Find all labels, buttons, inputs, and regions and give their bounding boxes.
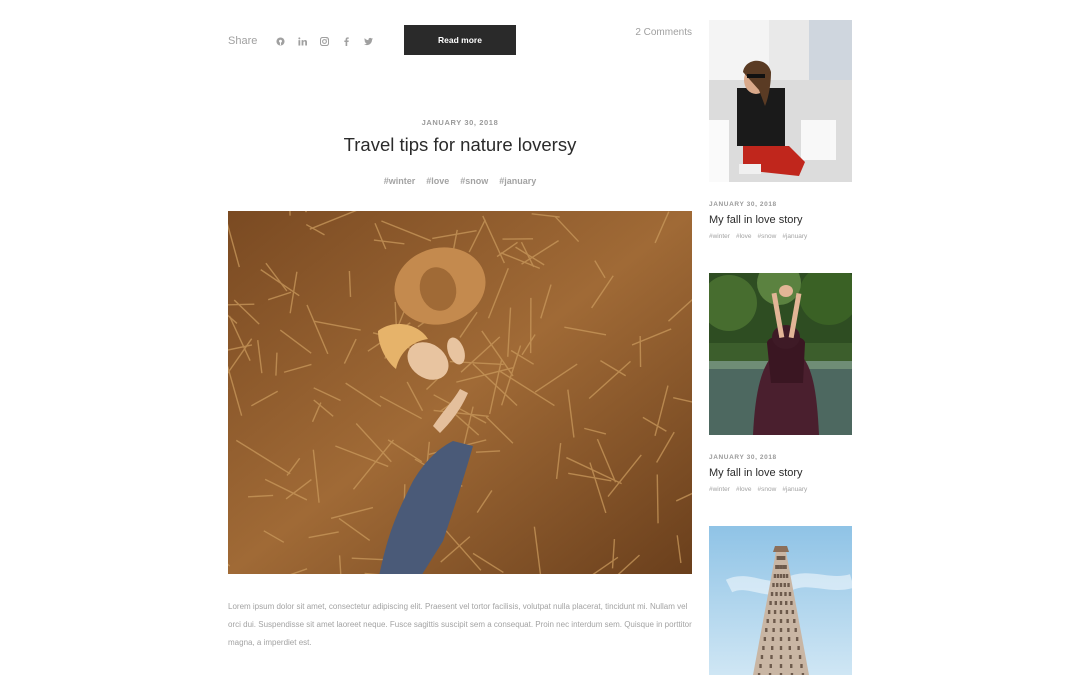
sidebar-post-tags: #winter #love #snow #january — [709, 233, 852, 240]
sidebar-post-card: JANUARY 30, 2018 My fall in love story #… — [709, 20, 852, 240]
tag-link[interactable]: #love — [736, 233, 752, 240]
tag-link[interactable]: #snow — [758, 233, 777, 240]
post-tags: #winter #love #snow #january — [228, 176, 692, 186]
tag-link[interactable]: #winter — [709, 233, 730, 240]
tag-link[interactable]: #january — [782, 486, 807, 493]
sidebar-post-image[interactable] — [709, 20, 852, 182]
share-bar: Share — [228, 33, 379, 49]
pinterest-icon[interactable] — [269, 33, 291, 49]
tag-link[interactable]: #love — [426, 176, 449, 186]
tag-link[interactable]: #snow — [758, 486, 777, 493]
tag-link[interactable]: #january — [499, 176, 536, 186]
instagram-icon[interactable] — [313, 33, 335, 49]
sidebar-post-image[interactable] — [709, 526, 852, 675]
tag-link[interactable]: #winter — [709, 486, 730, 493]
post-date: JANUARY 30, 2018 — [421, 118, 499, 127]
post-title[interactable]: Travel tips for nature loversy — [228, 134, 692, 156]
post-excerpt: Lorem ipsum dolor sit amet, consectetur … — [228, 602, 692, 647]
sidebar-post-card — [709, 526, 852, 675]
comments-link[interactable]: 2 Comments — [600, 27, 692, 38]
tag-link[interactable]: #winter — [384, 176, 416, 186]
tag-link[interactable]: #snow — [460, 176, 488, 186]
share-label: Share — [228, 35, 258, 47]
tag-link[interactable]: #january — [782, 233, 807, 240]
facebook-icon[interactable] — [335, 33, 357, 49]
sidebar-post-tags: #winter #love #snow #january — [709, 486, 852, 493]
linkedin-icon[interactable] — [291, 33, 313, 49]
sidebar-post-title[interactable]: My fall in love story — [709, 214, 852, 226]
post-featured-image[interactable] — [228, 211, 692, 574]
sidebar-post-card: JANUARY 30, 2018 My fall in love story #… — [709, 273, 852, 493]
tag-link[interactable]: #love — [736, 486, 752, 493]
sidebar-post-image[interactable] — [709, 273, 852, 435]
sidebar-post-date: JANUARY 30, 2018 — [709, 454, 777, 461]
sidebar-post-date: JANUARY 30, 2018 — [709, 201, 777, 208]
twitter-icon[interactable] — [357, 33, 379, 49]
sidebar-post-title[interactable]: My fall in love story — [709, 467, 852, 479]
read-more-button[interactable]: Read more — [404, 25, 516, 55]
